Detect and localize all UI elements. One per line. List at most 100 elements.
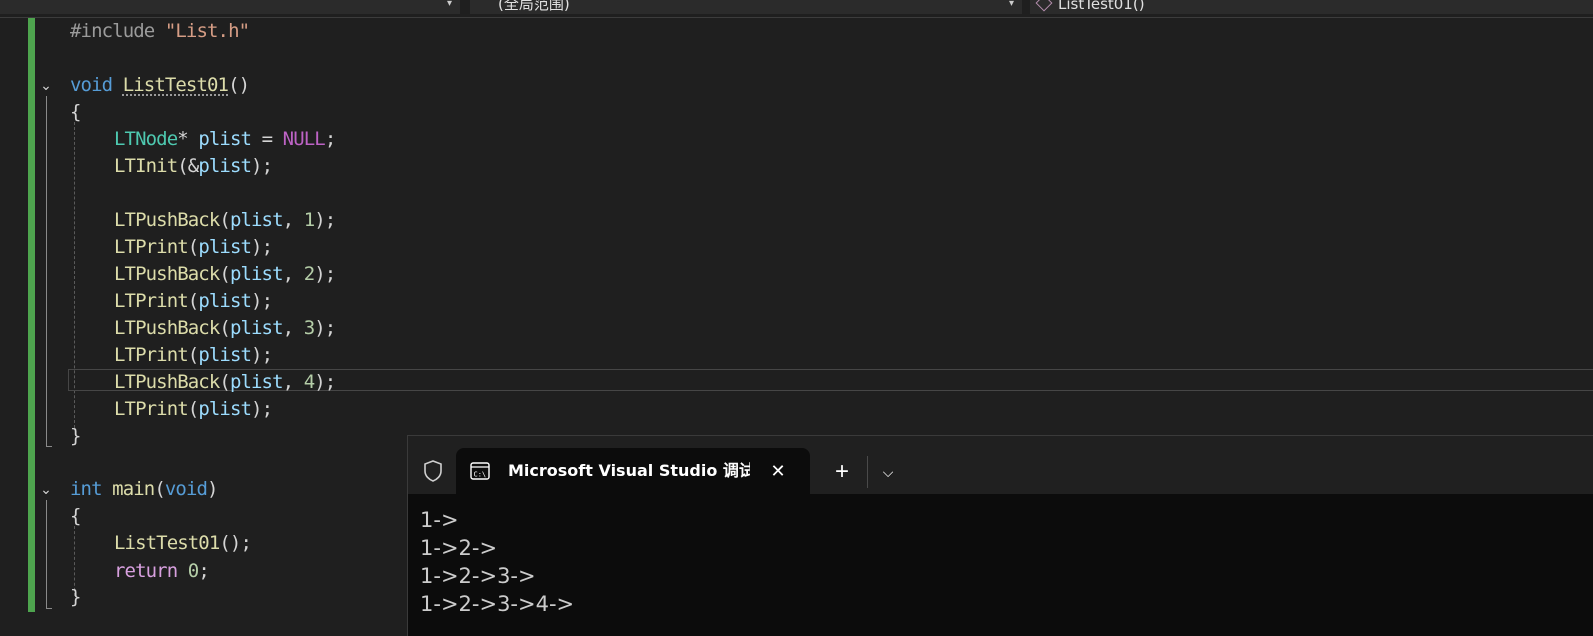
terminal-output[interactable]: 1-> 1->2-> 1->2->3-> 1->2->3->4-> (420, 506, 1580, 618)
code-line-brace-close: } (70, 423, 81, 450)
code-line-include: #include "List.h" (70, 18, 250, 45)
close-statement: ); (251, 344, 273, 366)
call-name: LTPushBack (114, 263, 220, 285)
variable-name: plist (198, 128, 252, 150)
navigation-bar: (全局范围) ▾ ListTest01() ▾ (0, 0, 1593, 18)
code-line-pushback: LTPushBack(plist, 3); (70, 315, 336, 342)
paren-open: ( (219, 371, 230, 393)
macro-null: NULL (282, 128, 326, 150)
comma: , (282, 317, 304, 339)
number-literal: 2 (303, 263, 315, 285)
parens: () (228, 74, 250, 96)
tab-debug-console[interactable]: C:\ Microsoft Visual Studio 调试控制台 ✕ (456, 448, 810, 494)
output-line: 1->2->3->4-> (420, 592, 575, 616)
close-statement: ); (251, 155, 273, 177)
call-name: LTPrint (114, 344, 189, 366)
brace-open: { (70, 101, 81, 123)
call-name: ListTest01 (114, 532, 220, 554)
close-statement: ); (314, 317, 336, 339)
keyword-return: return (114, 560, 178, 582)
tab-title: Microsoft Visual Studio 调试控制台 (508, 461, 750, 480)
keyword-void: void (70, 74, 113, 96)
paren-open: ( (219, 209, 230, 231)
assign-operator: = (251, 128, 283, 150)
fold-toggle-icon[interactable]: ⌄ (38, 481, 54, 497)
call-name: LTPushBack (114, 317, 220, 339)
call-name: LTInit (114, 155, 178, 177)
address-of: & (187, 155, 199, 177)
type-name: LTNode (114, 128, 178, 150)
number-literal: 4 (303, 371, 315, 393)
output-line: 1-> (420, 508, 459, 532)
chevron-down-icon: ▾ (1008, 0, 1014, 9)
brace-close: } (70, 586, 81, 608)
console-icon: C:\ (470, 462, 490, 480)
code-line-call: ListTest01(); (70, 530, 252, 557)
close-statement: ); (314, 209, 336, 231)
function-name: ListTest01 (122, 74, 229, 96)
fold-region-end (46, 446, 52, 447)
code-line-declaration: LTNode* plist = NULL; (70, 126, 336, 153)
argument: plist (198, 236, 252, 258)
paren-open: ( (187, 290, 199, 312)
paren-close: ) (207, 478, 218, 500)
paren-open: ( (219, 317, 230, 339)
code-line-brace-close: } (70, 584, 81, 611)
code-line-brace-open: { (70, 99, 81, 126)
fold-toggle-icon[interactable]: ⌄ (38, 77, 54, 93)
code-line-print: LTPrint(plist); (70, 396, 273, 423)
number-literal: 0 (187, 560, 199, 582)
fold-region-end (46, 608, 52, 609)
function-name: main (112, 478, 155, 500)
fold-region-line (46, 500, 47, 608)
plus-icon[interactable]: + (828, 458, 856, 486)
close-icon[interactable]: ✕ (766, 459, 790, 483)
paren-open: ( (177, 155, 188, 177)
code-line-init: LTInit(&plist); (70, 153, 273, 180)
fold-region-line (46, 96, 47, 446)
debug-console-window[interactable]: C:\ Microsoft Visual Studio 调试控制台 ✕ + ⌵ … (407, 435, 1593, 636)
pointer-star: * (177, 128, 188, 150)
code-line-pushback: LTPushBack(plist, 2); (70, 261, 336, 288)
include-file-string: "List.h" (164, 20, 250, 42)
code-line-return: return 0; (70, 558, 210, 585)
code-line-print: LTPrint(plist); (70, 342, 273, 369)
scope-label: (全局范围) (498, 0, 570, 13)
code-line-print: LTPrint(plist); (70, 288, 273, 315)
argument: plist (229, 209, 284, 231)
function-combobox[interactable]: ListTest01() (1030, 0, 1593, 14)
chevron-down-icon[interactable]: ⌵ (874, 458, 902, 486)
paren-open: ( (187, 236, 199, 258)
semicolon: ; (324, 128, 336, 150)
close-statement: ); (314, 263, 336, 285)
keyword-int: int (70, 478, 103, 500)
svg-text:C:\: C:\ (474, 471, 487, 479)
method-cube-icon (1035, 0, 1053, 12)
call-name: LTPrint (114, 398, 189, 420)
paren-open: ( (154, 478, 165, 500)
function-label: ListTest01() (1058, 0, 1145, 13)
comma: , (282, 209, 304, 231)
argument: plist (198, 155, 252, 177)
preprocessor-keyword: #include (70, 20, 155, 42)
close-statement: ); (251, 290, 273, 312)
call-name: LTPrint (114, 236, 189, 258)
file-combobox[interactable]: ▾ (0, 0, 460, 14)
change-tracking-bar (28, 18, 35, 612)
call-statement-end: (); (219, 532, 252, 554)
semicolon: ; (198, 560, 209, 582)
code-line-brace-open: { (70, 503, 81, 530)
argument: plist (198, 344, 252, 366)
argument: plist (229, 263, 284, 285)
code-line-pushback: LTPushBack(plist, 1); (70, 207, 336, 234)
scope-combobox[interactable]: (全局范围) ▾ (470, 0, 1022, 14)
terminal-title-bar: C:\ Microsoft Visual Studio 调试控制台 ✕ + ⌵ (408, 436, 1593, 494)
paren-open: ( (187, 344, 199, 366)
call-name: LTPrint (114, 290, 189, 312)
argument: plist (198, 398, 252, 420)
comma: , (282, 263, 304, 285)
number-literal: 1 (303, 209, 315, 231)
argument: plist (229, 317, 284, 339)
code-line-pushback: LTPushBack(plist, 4); (70, 369, 336, 396)
code-line-main-signature: int main(void) (70, 476, 218, 503)
